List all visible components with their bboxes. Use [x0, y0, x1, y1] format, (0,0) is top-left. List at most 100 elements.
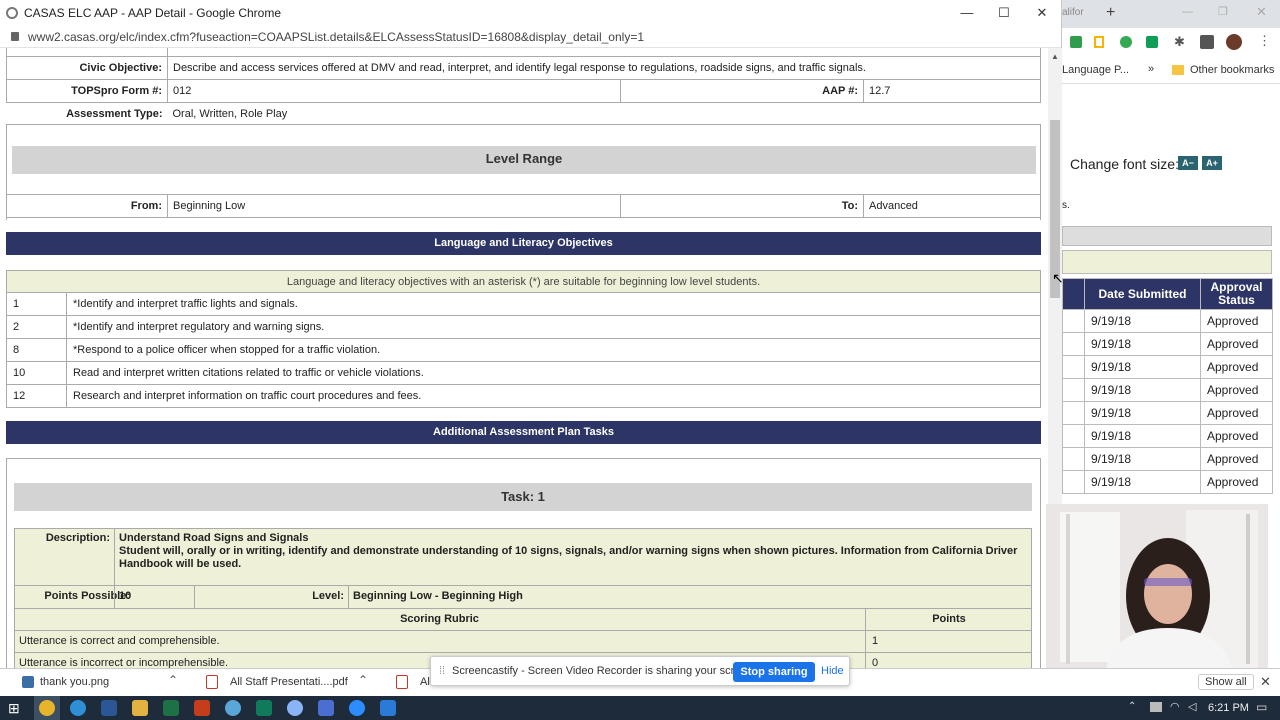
- cut-cell: [1062, 332, 1085, 356]
- objective-text: *Identify and interpret regulatory and w…: [73, 321, 325, 333]
- rubric-points: 1: [872, 635, 879, 647]
- status-cell: Approved: [1200, 424, 1273, 448]
- topspro-form-value: 012: [167, 78, 621, 103]
- address-bar[interactable]: www2.casas.org/elc/index.cfm?fuseaction=…: [0, 26, 1061, 48]
- cut-cell: [1062, 424, 1085, 448]
- objective-text: Read and interpret written citations rel…: [73, 367, 424, 379]
- description-body: Student will, orally or in writing, iden…: [119, 545, 1018, 570]
- cut-cell: [1062, 447, 1085, 471]
- webcam-video: [1046, 504, 1268, 668]
- drive-icon[interactable]: [1070, 36, 1082, 48]
- maximize-icon[interactable]: ☐: [995, 4, 1013, 22]
- points-possible-label: Points Possible:: [44, 590, 130, 602]
- chevron-up-icon[interactable]: ⌃: [358, 673, 368, 687]
- objective-number: 1: [7, 293, 67, 315]
- table-row: 9/19/18 Approved: [1062, 447, 1273, 471]
- description-label: Description:: [45, 532, 110, 544]
- explorer-taskbar-icon[interactable]: [132, 700, 148, 716]
- word-taskbar-icon[interactable]: [101, 700, 117, 716]
- close-icon[interactable]: ✕: [1033, 4, 1051, 22]
- edge-taskbar-icon[interactable]: [70, 700, 86, 716]
- start-icon[interactable]: ⊞: [8, 700, 24, 716]
- date-cell: 9/19/18: [1084, 424, 1201, 448]
- clock[interactable]: 6:21 PM: [1208, 702, 1249, 714]
- civic-objective-label: Civic Objective:: [6, 55, 168, 80]
- points-possible-value: 10: [119, 590, 132, 602]
- battery-icon[interactable]: [1150, 702, 1162, 712]
- restore-icon[interactable]: ❐: [1218, 5, 1228, 18]
- page-content: Civic Objective: Describe and access ser…: [0, 48, 1048, 668]
- column-approval-status: Approval Status: [1200, 278, 1273, 310]
- cut-cell: [1062, 355, 1085, 379]
- close-icon[interactable]: ✕: [1256, 4, 1267, 20]
- app-taskbar-icon[interactable]: [318, 700, 334, 716]
- minimize-icon[interactable]: —: [1182, 6, 1193, 18]
- divider: [14, 652, 1032, 653]
- app-taskbar-icon[interactable]: [380, 700, 396, 716]
- rubric-text: Utterance is incorrect or incomprehensib…: [19, 657, 229, 668]
- chrome-taskbar-icon[interactable]: [39, 700, 55, 716]
- chevron-up-icon[interactable]: ⌃: [168, 673, 178, 687]
- stop-sharing-button[interactable]: Stop sharing: [733, 662, 815, 682]
- show-all-button[interactable]: Show all: [1198, 674, 1254, 690]
- menu-kebab-icon[interactable]: ⋮: [1258, 33, 1271, 49]
- app-taskbar-icon[interactable]: [225, 700, 241, 716]
- font-decrease-button[interactable]: A−: [1178, 156, 1198, 170]
- close-icon[interactable]: ✕: [1260, 674, 1271, 690]
- objective-text: Research and interpret information on tr…: [73, 390, 422, 402]
- divider: [14, 608, 1032, 609]
- cut-cell: [1062, 378, 1085, 402]
- status-cell: Approved: [1200, 378, 1273, 402]
- date-cell: 9/19/18: [1084, 355, 1201, 379]
- table-header-band: [1062, 226, 1272, 246]
- puzzle-icon[interactable]: ✱: [1174, 34, 1185, 50]
- minimize-icon[interactable]: —: [958, 4, 976, 22]
- divider: [194, 585, 195, 608]
- hide-button[interactable]: Hide: [821, 665, 844, 677]
- date-cell: 9/19/18: [1084, 447, 1201, 471]
- publisher-taskbar-icon[interactable]: [256, 700, 272, 716]
- bookmark-language[interactable]: Language P...: [1062, 64, 1129, 76]
- download-item-1[interactable]: thank you.png: [40, 676, 109, 688]
- table-row: 9/19/18 Approved: [1062, 309, 1273, 333]
- bookmark-other[interactable]: Other bookmarks: [1190, 64, 1274, 76]
- download-item-2[interactable]: All Staff Presentati....pdf: [230, 676, 348, 688]
- share-message: Screencastify - Screen Video Recorder is…: [452, 665, 756, 677]
- divider: [14, 630, 1032, 631]
- tray-chevron-icon[interactable]: ⌃: [1128, 701, 1136, 712]
- screen-share-bar: ⁞⁞ Screencastify - Screen Video Recorder…: [430, 656, 850, 686]
- assessment-type-label: Assessment Type:: [6, 101, 168, 125]
- grip-icon[interactable]: ⁞⁞: [439, 665, 445, 677]
- to-label: To:: [620, 194, 864, 218]
- new-tab-icon[interactable]: +: [1106, 4, 1115, 22]
- tab-fragment[interactable]: alifor: [1062, 7, 1084, 18]
- url-text[interactable]: www2.casas.org/elc/index.cfm?fuseaction=…: [28, 30, 644, 44]
- mouse-cursor-icon: ↖: [1052, 270, 1064, 286]
- zoom-taskbar-icon[interactable]: [349, 700, 365, 716]
- objective-number: 10: [7, 362, 67, 384]
- profile-avatar[interactable]: [1226, 34, 1242, 50]
- extension-icon[interactable]: [1120, 36, 1132, 48]
- divider: [348, 585, 349, 608]
- topspro-form-label: TOPSpro Form #:: [6, 78, 168, 103]
- docs-icon[interactable]: [1094, 36, 1104, 48]
- download-item-3[interactable]: Al: [420, 676, 430, 688]
- volume-icon[interactable]: ◁: [1188, 700, 1196, 713]
- objective-number: 8: [7, 339, 67, 361]
- date-cell: 9/19/18: [1084, 470, 1201, 494]
- notifications-icon[interactable]: ▭: [1256, 700, 1267, 714]
- sheets-icon[interactable]: [1146, 36, 1158, 48]
- pdf-file-icon: [206, 675, 218, 689]
- scroll-up-arrow[interactable]: ▲: [1051, 53, 1059, 61]
- table-subheader-band: [1062, 250, 1272, 274]
- objective-row: 12 Research and interpret information on …: [6, 385, 1041, 408]
- wifi-icon[interactable]: ◠: [1170, 700, 1180, 713]
- cut-cell: [1062, 309, 1085, 333]
- bookmark-overflow[interactable]: »: [1148, 63, 1154, 75]
- submissions-table: Date Submitted Approval Status 9/19/18 Ap…: [1062, 278, 1273, 494]
- app-taskbar-icon[interactable]: [287, 700, 303, 716]
- font-increase-button[interactable]: A+: [1202, 156, 1222, 170]
- extension-square-icon[interactable]: [1200, 35, 1214, 49]
- powerpoint-taskbar-icon[interactable]: [194, 700, 210, 716]
- excel-taskbar-icon[interactable]: [163, 700, 179, 716]
